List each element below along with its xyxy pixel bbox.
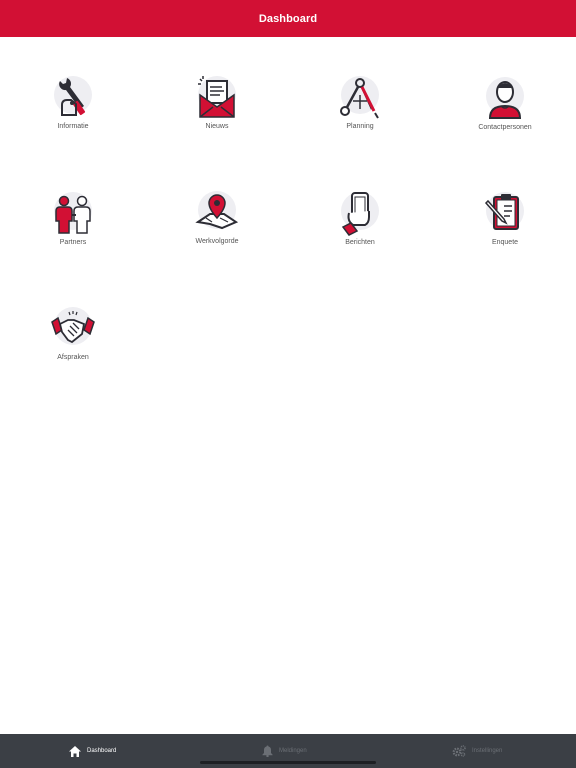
- partners-icon: [54, 192, 92, 234]
- compass-icon: [340, 76, 379, 119]
- bell-icon: [262, 745, 273, 757]
- header-bar: Dashboard: [0, 0, 576, 37]
- tab-label: Dashboard: [87, 748, 117, 754]
- phone-hand-icon: [341, 192, 379, 236]
- tab-dashboard[interactable]: Dashboard: [69, 734, 116, 768]
- tile-label: Informatie: [57, 123, 89, 130]
- tab-instellingen[interactable]: Instellingen: [452, 734, 502, 768]
- home-indicator: [200, 761, 376, 764]
- home-icon: [69, 745, 81, 757]
- map-pin-icon: [195, 191, 239, 230]
- tab-label: Instellingen: [472, 748, 503, 754]
- tile-planning[interactable]: Planning: [305, 73, 415, 153]
- tab-label: Meldingen: [279, 748, 307, 754]
- tile-informatie[interactable]: Informatie: [18, 73, 128, 153]
- handshake-icon: [51, 307, 95, 345]
- tile-label: Partners: [59, 239, 87, 246]
- tile-afspraken[interactable]: Afspraken: [18, 304, 128, 384]
- wrench-hand-icon: [54, 76, 92, 116]
- news-envelope-icon: [198, 76, 236, 118]
- tile-contactpersonen[interactable]: Contactpersonen: [450, 74, 560, 154]
- person-icon: [486, 77, 524, 119]
- gears-icon: [452, 745, 466, 757]
- tile-label: Enquete: [491, 239, 519, 246]
- tile-label: Contactpersonen: [478, 124, 532, 131]
- tile-label: Afspraken: [57, 354, 89, 361]
- tile-werkvolgorde[interactable]: Werkvolgorde: [162, 188, 272, 268]
- tile-partners[interactable]: Partners: [18, 189, 128, 269]
- tile-label: Werkvolgorde: [195, 238, 239, 245]
- tile-berichten[interactable]: Berichten: [305, 189, 415, 269]
- tile-enquete[interactable]: Enquete: [450, 189, 560, 269]
- tile-label: Planning: [346, 123, 374, 130]
- tile-nieuws[interactable]: Nieuws: [162, 73, 272, 153]
- tile-label: Berichten: [345, 239, 375, 246]
- page-title: Dashboard: [258, 12, 318, 25]
- tile-label: Nieuws: [205, 123, 229, 130]
- clipboard-icon: [484, 192, 524, 230]
